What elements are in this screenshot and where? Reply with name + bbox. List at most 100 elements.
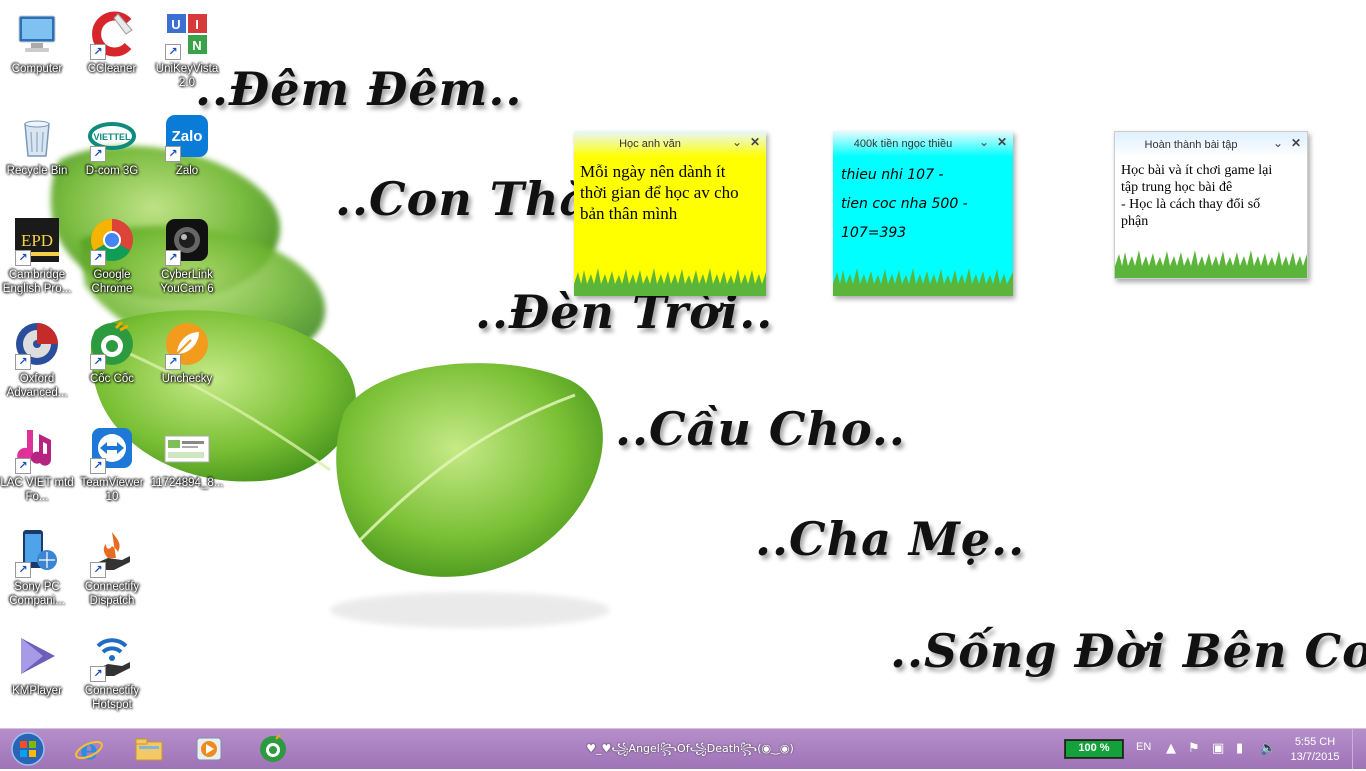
svg-text:Zalo: Zalo <box>172 128 203 145</box>
taskbar-internet-explorer[interactable]: e <box>62 731 116 767</box>
desktop-icon-lacviet[interactable]: ↗ LAC VIET mtd Fo... <box>0 424 74 504</box>
desktop-icon-ccleaner[interactable]: ↗ CCleaner <box>75 10 149 76</box>
oxford-icon: ↗ <box>13 320 61 370</box>
lacviet-icon: ↗ <box>13 424 61 474</box>
poem-line-1: ..Đêm Đêm.. <box>195 62 523 116</box>
desktop-icon-chrome[interactable]: ↗ Google Chrome <box>75 216 149 296</box>
close-icon[interactable]: ✕ <box>750 135 760 149</box>
desktop-icon-kmplayer[interactable]: KMPlayer <box>0 632 74 698</box>
taskbar-file-explorer[interactable] <box>122 731 176 767</box>
note-titlebar[interactable]: Học anh văn ⌄ ✕ <box>574 131 766 157</box>
chevron-up-icon[interactable]: ▲ <box>1166 741 1176 756</box>
svg-text:VIETTEL: VIETTEL <box>93 132 131 142</box>
computer-icon <box>13 10 61 58</box>
desktop-icon-dcom[interactable]: VIETTEL ↗ D-com 3G <box>75 112 149 178</box>
note-line: thời gian để học av cho <box>580 183 739 202</box>
coccoc-icon <box>260 734 286 762</box>
desktop-icon-youcam[interactable]: ↗ CyberLink YouCam 6 <box>150 216 224 296</box>
show-desktop-button[interactable] <box>1352 729 1366 769</box>
svg-text:U: U <box>171 17 180 32</box>
note-text[interactable]: Mỗi ngày nên dành ít thời gian để học av… <box>574 157 766 228</box>
taskbar-coccoc[interactable] <box>246 731 300 767</box>
grass-decoration <box>574 268 766 296</box>
sticky-note-hoc-anh-van[interactable]: Học anh văn ⌄ ✕ Mỗi ngày nên dành ít thờ… <box>574 131 766 296</box>
connectify-dispatch-icon: ↗ <box>88 528 136 578</box>
sticky-note-400k[interactable]: 400k tiền ngọc thiều ⌄ ✕ thieu nhi 107 -… <box>833 131 1013 296</box>
note-line: 107=393 <box>841 225 907 241</box>
sticky-note-hoan-thanh-bai-tap[interactable]: Hoàn thành bài tập ⌄ ✕ Học bài và ít chơ… <box>1114 131 1308 279</box>
note-line: - Học là cách thay đổi số <box>1121 197 1261 212</box>
recycle-bin-icon <box>13 112 61 160</box>
note-title: Học anh văn <box>619 138 681 150</box>
unikey-icon: UIN ↗ <box>163 10 211 60</box>
chevron-down-icon[interactable]: ⌄ <box>979 135 989 149</box>
language-indicator[interactable]: EN <box>1136 741 1151 753</box>
battery-indicator[interactable]: 100 % <box>1064 739 1124 759</box>
chevron-down-icon[interactable]: ⌄ <box>1273 136 1283 150</box>
desktop-icon-cambridge[interactable]: EPD ↗ Cambridge English Pro... <box>0 216 74 296</box>
desktop-icon-coccoc[interactable]: ↗ Cốc Cốc <box>75 320 149 386</box>
desktop-icon-connectify-dispatch[interactable]: ↗ Connectify Dispatch <box>75 528 149 608</box>
network-icon[interactable]: ▣ <box>1212 741 1224 756</box>
start-button[interactable] <box>8 731 48 767</box>
desktop-icon-teamviewer[interactable]: ↗ TeamViewer 10 <box>75 424 149 504</box>
connectify-hotspot-icon: ↗ <box>88 632 136 682</box>
poem-line-6: ..Sống Đời Bên Con.. <box>890 624 1366 678</box>
teamviewer-icon: ↗ <box>88 424 136 474</box>
desktop-icon-computer[interactable]: Computer <box>0 10 74 76</box>
poem-line-4: ..Cầu Cho.. <box>615 402 906 456</box>
taskbar-media-player[interactable] <box>182 731 236 767</box>
close-icon[interactable]: ✕ <box>997 135 1007 149</box>
note-titlebar[interactable]: 400k tiền ngọc thiều ⌄ ✕ <box>833 131 1013 157</box>
image-file-icon <box>163 424 211 472</box>
desktop-icon-unikey[interactable]: UIN ↗ UniKeyVista 2.0 <box>150 10 224 90</box>
svg-text:e: e <box>80 734 98 764</box>
desktop-icon-unchecky[interactable]: ↗ Unchecky <box>150 320 224 386</box>
note-titlebar[interactable]: Hoàn thành bài tập ⌄ ✕ <box>1115 132 1307 158</box>
unchecky-icon: ↗ <box>163 320 211 370</box>
note-line: tien coc nha 500 - <box>841 196 968 212</box>
ccleaner-icon: ↗ <box>88 10 136 60</box>
epd-icon: EPD ↗ <box>13 216 61 266</box>
speaker-icon[interactable]: 🔈 <box>1260 741 1276 756</box>
taskbar-window-title[interactable]: ♥_♥꧁Angel꧂Of꧁Death꧂(◉‿◉) <box>560 741 820 763</box>
desktop-icon-image-file[interactable]: 11724894_8... <box>150 424 224 490</box>
internet-explorer-icon: e <box>75 734 103 764</box>
note-title: Hoàn thành bài tập <box>1144 139 1238 151</box>
close-icon[interactable]: ✕ <box>1291 136 1301 150</box>
clock-time: 5:55 CH <box>1294 736 1336 748</box>
media-player-icon <box>196 737 222 761</box>
coccoc-icon: ↗ <box>88 320 136 370</box>
power-icon[interactable]: ▮ <box>1236 741 1243 756</box>
note-line: thieu nhi 107 - <box>841 167 944 183</box>
grass-decoration <box>833 268 1013 296</box>
system-clock[interactable]: 5:55 CH 13/7/2015 <box>1282 735 1348 765</box>
battery-label: 100 % <box>1078 742 1110 754</box>
note-text[interactable]: thieu nhi 107 - tien coc nha 500 - 107=3… <box>833 157 1013 252</box>
desktop-icon-zalo[interactable]: Zalo ↗ Zalo <box>150 112 224 178</box>
note-line: Mỗi ngày nên dành ít <box>580 162 726 181</box>
sony-icon: ↗ <box>13 528 61 578</box>
note-line: Học bài và ít chơi game lại <box>1121 163 1273 178</box>
clock-date: 13/7/2015 <box>1290 751 1340 763</box>
kmplayer-icon <box>13 632 61 680</box>
youcam-icon: ↗ <box>163 216 211 266</box>
note-line: bản thân mình <box>580 204 678 223</box>
desktop-icon-sony[interactable]: ↗ Sony PC Compani... <box>0 528 74 608</box>
start-orb-icon <box>11 732 45 766</box>
flag-icon[interactable]: ⚑ <box>1188 741 1200 756</box>
file-explorer-icon <box>135 738 163 761</box>
chevron-down-icon[interactable]: ⌄ <box>732 135 742 149</box>
note-title: 400k tiền ngọc thiều <box>853 138 953 150</box>
zalo-icon: Zalo ↗ <box>163 112 211 162</box>
viettel-icon: VIETTEL ↗ <box>88 112 136 162</box>
desktop-icon-oxford[interactable]: ↗ Oxford Advanced... <box>0 320 74 400</box>
grass-decoration <box>1115 250 1307 278</box>
desktop-icon-recycle-bin[interactable]: Recycle Bin <box>0 112 74 178</box>
taskbar: e ♥_♥꧁Angel꧂Of꧁Death꧂(◉‿◉) 100 % EN ▲ ⚑ … <box>0 728 1366 769</box>
desktop-icon-connectify-hotspot[interactable]: ↗ Connectify Hotspot <box>75 632 149 712</box>
svg-text:EPD: EPD <box>21 231 53 250</box>
poem-line-5: ..Cha Mẹ.. <box>755 512 1026 566</box>
note-text[interactable]: Học bài và ít chơi game lại tập trung họ… <box>1115 158 1307 234</box>
note-line: tập trung học bài đê <box>1121 180 1233 195</box>
